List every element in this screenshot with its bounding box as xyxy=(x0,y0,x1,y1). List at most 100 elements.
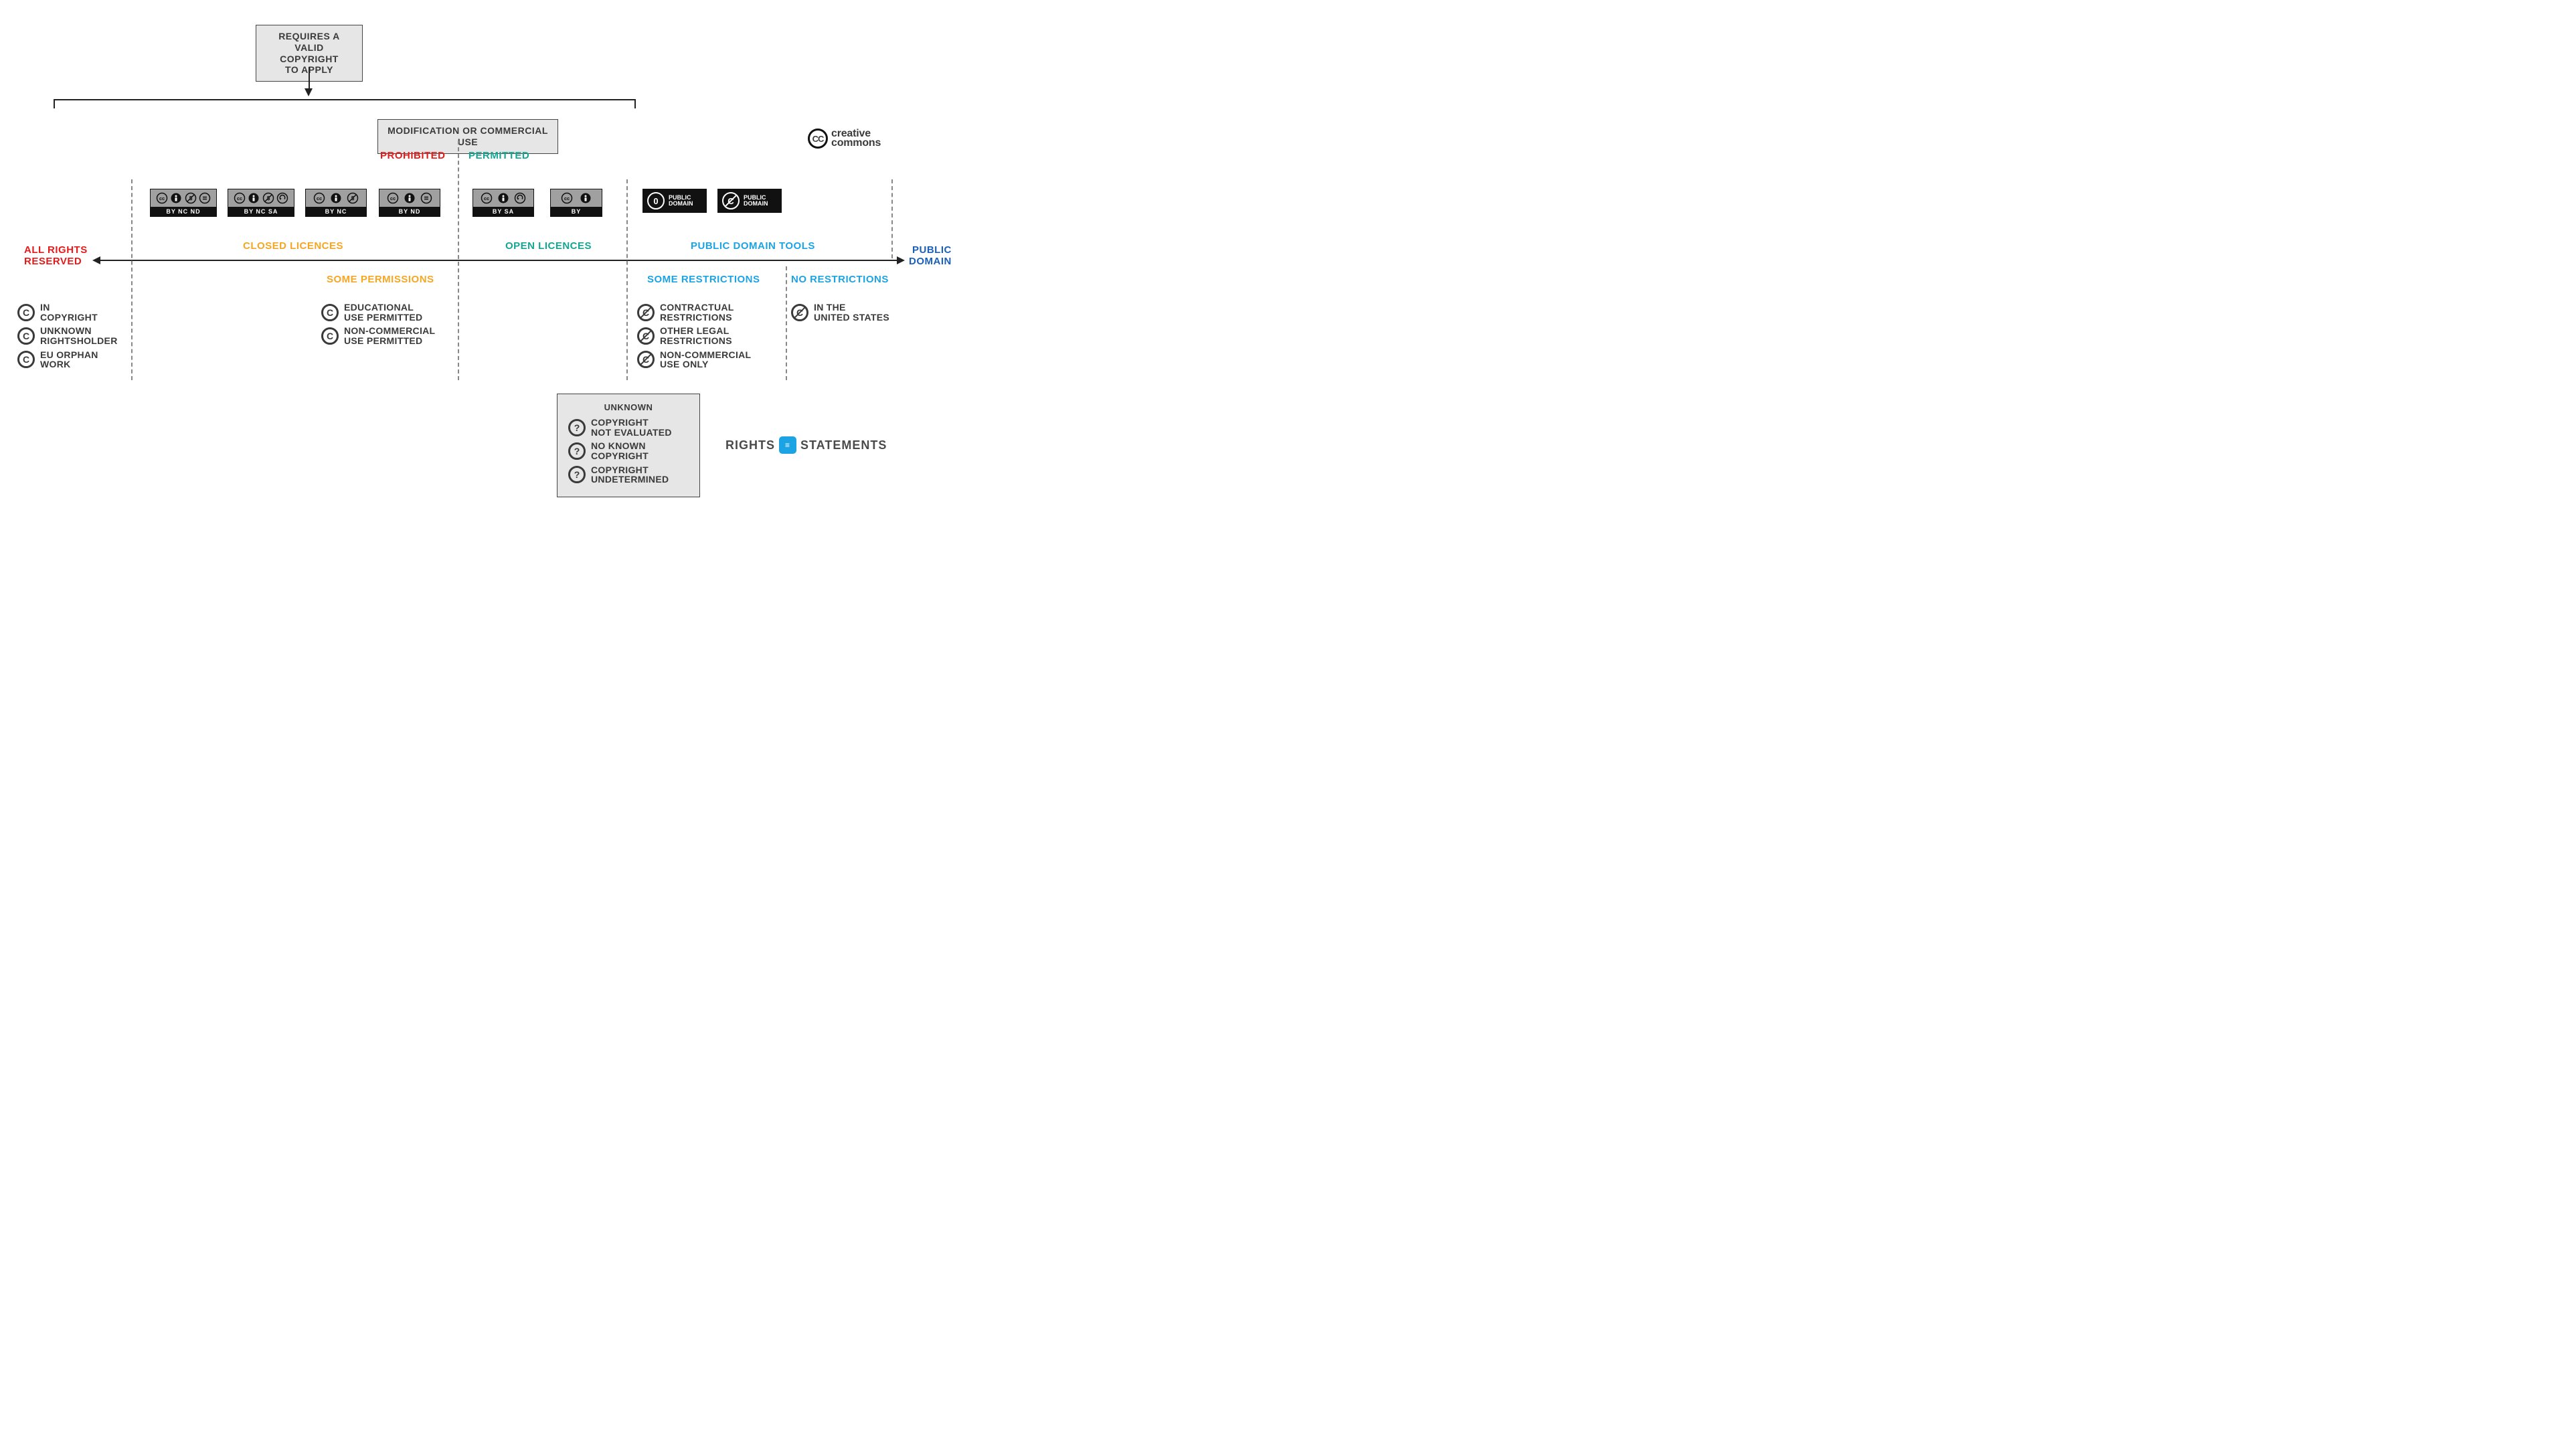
no-copyright-icon: C xyxy=(637,351,655,368)
by-icon xyxy=(404,192,416,204)
cc-words: creative commons xyxy=(831,129,881,149)
license-by-nc: cc $ BY NC xyxy=(305,189,367,217)
prohibited-label: PROHIBITED xyxy=(380,151,446,162)
rights-item-label: NO KNOWNCOPYRIGHT xyxy=(591,441,649,460)
col-some-restrictions: C CONTRACTUALRESTRICTIONS C OTHER LEGALREST… xyxy=(637,303,778,373)
pd-mark-badge: C PUBLICDOMAIN xyxy=(717,189,782,213)
license-by: cc BY xyxy=(550,189,602,217)
col-no-restrictions: C IN THEUNITED STATES xyxy=(791,303,912,326)
no-copyright-icon: C xyxy=(637,304,655,321)
pd-mark-icon: C xyxy=(722,192,740,209)
question-icon: ? xyxy=(568,442,586,460)
arrow-top-down xyxy=(305,88,313,96)
sa-icon xyxy=(276,192,288,204)
license-by-nc-sa: cc $ BY NC SA xyxy=(228,189,294,217)
cc-icon: cc xyxy=(481,192,493,204)
by-icon xyxy=(330,192,342,204)
mod-commercial-box: MODIFICATION OR COMMERCIAL USE xyxy=(377,119,558,154)
rights-item-label: NON-COMMERCIALUSE PERMITTED xyxy=(344,326,435,345)
all-rights-reserved-label: ALL RIGHTS RESERVED xyxy=(24,245,88,267)
rights-item-label: OTHER LEGALRESTRICTIONS xyxy=(660,326,732,345)
rights-item-label: CONTRACTUALRESTRICTIONS xyxy=(660,303,734,322)
license-by-nd: cc BY ND xyxy=(379,189,440,217)
rights-item-label: INCOPYRIGHT xyxy=(40,303,98,322)
top-box-line1: REQUIRES A xyxy=(278,31,340,41)
cc-icon: cc xyxy=(313,192,325,204)
rs-right: STATEMENTS xyxy=(800,438,887,452)
rights-item-label: EU ORPHANWORK xyxy=(40,350,98,369)
cc-icon: CC xyxy=(808,129,828,149)
cc-icon: cc xyxy=(156,192,168,204)
rights-item: C IN THEUNITED STATES xyxy=(791,303,912,322)
sa-icon xyxy=(514,192,526,204)
question-icon: ? xyxy=(568,419,586,436)
rights-item-label: UNKNOWNRIGHTSHOLDER xyxy=(40,326,118,345)
question-icon: ? xyxy=(568,466,586,483)
rights-item-label: NON-COMMERCIALUSE ONLY xyxy=(660,350,751,369)
svg-text:cc: cc xyxy=(484,195,489,201)
bracket-left xyxy=(54,99,55,108)
rights-item-label: COPYRIGHTUNDETERMINED xyxy=(591,465,669,485)
svg-text:cc: cc xyxy=(236,195,242,201)
col-some-permissions: C EDUCATIONALUSE PERMITTED C NON-COMMERCIAL… xyxy=(321,303,462,350)
nd-icon xyxy=(420,192,432,204)
rights-item: C CONTRACTUALRESTRICTIONS xyxy=(637,303,778,322)
rs-chip-icon: ≡ xyxy=(779,436,796,454)
unknown-title: UNKNOWN xyxy=(568,402,689,412)
col-in-copyright: CINCOPYRIGHT C UNKNOWNRIGHTSHOLDER C EU ORPH… xyxy=(17,303,138,373)
axis-arrow-right xyxy=(897,256,905,264)
rights-statements-logo: RIGHTS ≡ STATEMENTS xyxy=(725,436,887,454)
pd-label: PUBLICDOMAIN xyxy=(744,195,768,207)
rs-left: RIGHTS xyxy=(725,438,775,452)
rights-item: ? NO KNOWNCOPYRIGHT xyxy=(568,441,689,460)
cc-icon: cc xyxy=(387,192,399,204)
rights-item: C NON-COMMERCIALUSE PERMITTED xyxy=(321,326,462,345)
bracket-right xyxy=(634,99,636,108)
rights-item-label: EDUCATIONALUSE PERMITTED xyxy=(344,303,422,322)
top-box-line2: VALID COPYRIGHT xyxy=(280,42,339,64)
dash-5 xyxy=(891,179,893,258)
rights-item-label: COPYRIGHTNOT EVALUATED xyxy=(591,418,672,437)
rights-item-label: IN THEUNITED STATES xyxy=(814,303,889,322)
license-by-nc-nd: cc $ BY NC ND xyxy=(150,189,217,217)
nd-icon xyxy=(199,192,211,204)
permitted-label: PERMITTED xyxy=(468,151,529,162)
copyright-icon: C xyxy=(17,351,35,368)
cc-icon: cc xyxy=(234,192,246,204)
nc-icon: $ xyxy=(185,192,197,204)
rights-item: C OTHER LEGALRESTRICTIONS xyxy=(637,326,778,345)
nc-icon: $ xyxy=(347,192,359,204)
pd-label: PUBLICDOMAIN xyxy=(669,195,693,207)
by-icon xyxy=(497,192,509,204)
public-domain-label: PUBLIC DOMAIN xyxy=(909,245,952,267)
pd-tools-label: PUBLIC DOMAIN TOOLS xyxy=(691,241,815,252)
some-permissions-label: SOME PERMISSIONS xyxy=(327,274,434,286)
rights-item: C UNKNOWNRIGHTSHOLDER xyxy=(17,326,138,345)
axis xyxy=(99,260,898,261)
rights-item: ? COPYRIGHTNOT EVALUATED xyxy=(568,418,689,437)
cc0-badge: 0 PUBLICDOMAIN xyxy=(642,189,707,213)
connector-top-down xyxy=(309,67,310,91)
by-icon xyxy=(580,192,592,204)
some-restrictions-label: SOME RESTRICTIONS xyxy=(647,274,760,286)
no-copyright-icon: C xyxy=(637,327,655,345)
svg-text:cc: cc xyxy=(390,195,396,201)
rights-item: ? COPYRIGHTUNDETERMINED xyxy=(568,465,689,485)
rights-item: C EDUCATIONALUSE PERMITTED xyxy=(321,303,462,322)
rights-item: C EU ORPHANWORK xyxy=(17,350,138,369)
dash-3 xyxy=(626,179,628,380)
mod-commercial-label: MODIFICATION OR COMMERCIAL USE xyxy=(388,125,548,147)
copyright-icon: C xyxy=(321,327,339,345)
rights-item: CINCOPYRIGHT xyxy=(17,303,138,322)
cc-icon: cc xyxy=(561,192,573,204)
no-copyright-icon: C xyxy=(791,304,808,321)
zero-icon: 0 xyxy=(647,192,665,209)
closed-licences-label: CLOSED LICENCES xyxy=(243,241,343,252)
open-licences-label: OPEN LICENCES xyxy=(505,241,592,252)
cc-logo: CC creative commons xyxy=(808,129,881,149)
svg-text:cc: cc xyxy=(564,195,569,201)
copyright-icon: C xyxy=(321,304,339,321)
license-by-sa: cc BY SA xyxy=(473,189,534,217)
copyright-icon: C xyxy=(17,327,35,345)
unknown-box: UNKNOWN ? COPYRIGHTNOT EVALUATED? NO KNOWN… xyxy=(557,394,700,497)
